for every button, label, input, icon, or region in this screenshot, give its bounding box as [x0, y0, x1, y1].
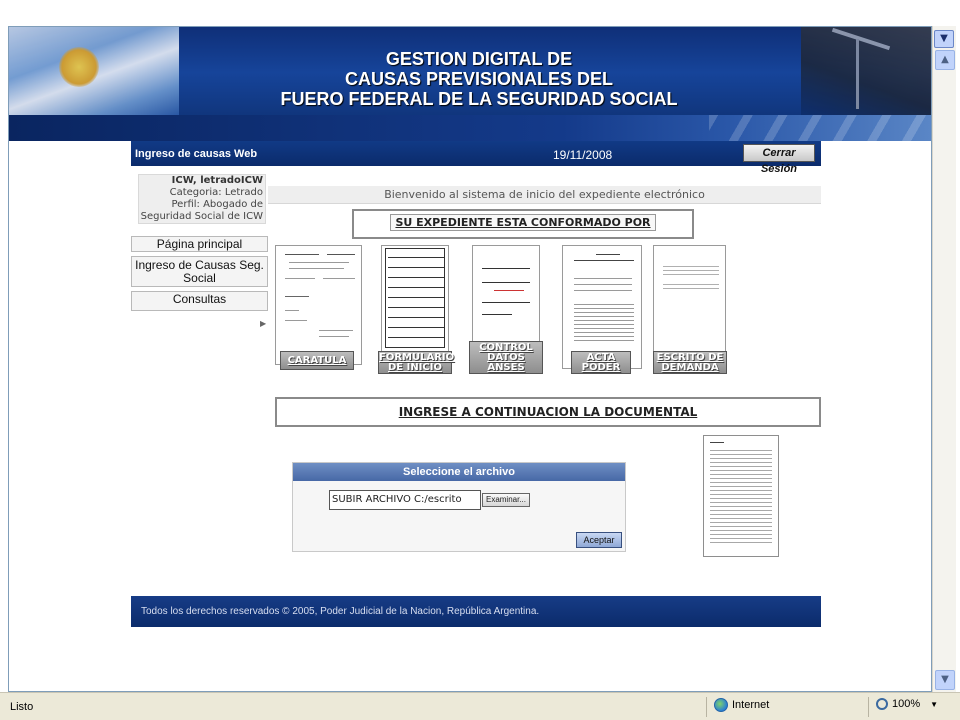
doc-card-acta-poder[interactable]: ACTA PODER: [562, 245, 642, 374]
site-title-line-3: FUERO FEDERAL DE LA SEGURIDAD SOCIAL: [280, 89, 678, 109]
nav-item-consultas[interactable]: Consultas: [131, 291, 268, 311]
site-title-line-1: GESTION DIGITAL DE: [385, 49, 573, 69]
upload-panel: Seleccione el archivo SUBIR ARCHIVO C:/e…: [292, 462, 626, 552]
escrito-demanda-thumbnail: [657, 248, 722, 348]
app-name: Ingreso de causas Web: [135, 148, 258, 160]
doc-label-formulario[interactable]: FORMULARIO DE INICIO: [378, 351, 454, 374]
doc-label-formulario-text-2: DE INICIO: [388, 362, 442, 373]
status-separator-2: [868, 697, 869, 717]
doc-label-control-text-2: DATOS ANSES: [487, 352, 525, 373]
globe-icon: [714, 698, 728, 712]
doc-card-control-anses[interactable]: CONTROL DATOS ANSES: [469, 245, 543, 374]
justice-scales-icon: [801, 27, 931, 115]
doc-label-escrito-text-2: DEMANDA: [661, 362, 719, 373]
magnifier-icon: [876, 698, 888, 710]
doc-label-caratula-text: CARATULA: [287, 355, 347, 366]
main-panel: Bienvenido al sistema de inicio del expe…: [268, 183, 821, 563]
security-zone: Internet: [714, 698, 769, 712]
upload-header: Seleccione el archivo: [293, 463, 625, 481]
triangle-right-icon: ▶: [260, 319, 267, 328]
doc-card-escrito-demanda[interactable]: ESCRITO DE DEMANDA: [653, 245, 727, 374]
address-dropdown-icon[interactable]: ▼: [934, 30, 954, 48]
app-date: 19/11/2008: [553, 148, 613, 162]
chevron-down-icon[interactable]: ▼: [930, 700, 938, 709]
nav-item-home[interactable]: Página principal: [131, 236, 268, 252]
doc-label-acta-text-2: PODER: [581, 362, 621, 373]
scroll-up-icon[interactable]: ▲: [935, 50, 955, 70]
side-nav: Página principal Ingreso de Causas Seg. …: [131, 236, 268, 311]
doc-label-control-anses[interactable]: CONTROL DATOS ANSES: [469, 341, 543, 374]
accept-button[interactable]: Aceptar: [576, 532, 622, 548]
status-text: Listo: [10, 701, 34, 713]
nav-item-ingreso-causas[interactable]: Ingreso de Causas Seg. Social: [131, 256, 268, 287]
argentina-flag-image: [9, 27, 179, 115]
sample-document-thumbnail: [703, 435, 779, 557]
user-profile-cont: Seguridad Social de ICW: [140, 211, 263, 222]
documental-title: INGRESE A CONTINUACION LA DOCUMENTAL: [398, 405, 698, 419]
zone-label: Internet: [732, 699, 770, 711]
doc-card-caratula[interactable]: CARATULA: [275, 245, 362, 370]
caratula-thumbnail: [279, 248, 358, 344]
logout-button[interactable]: Cerrar Sesión: [743, 144, 815, 175]
acta-poder-thumbnail: [566, 248, 638, 348]
browse-button[interactable]: Examinar...: [482, 493, 530, 507]
expediente-title-box: SU EXPEDIENTE ESTA CONFORMADO POR: [352, 209, 694, 239]
site-footer: Todos los derechos reservados © 2005, Po…: [131, 596, 821, 627]
app-topbar: Ingreso de causas Web 19/11/2008 Cerrar …: [131, 141, 821, 175]
user-category: Categoria: Letrado: [169, 187, 263, 198]
doc-label-acta-poder[interactable]: ACTA PODER: [571, 351, 631, 374]
user-info-box: ICW, letradoICW Categoria: Letrado Perfi…: [138, 174, 266, 224]
site-title-line-2: CAUSAS PREVISIONALES DEL: [344, 69, 614, 89]
doc-label-caratula[interactable]: CARATULA: [280, 351, 354, 370]
zoom-control[interactable]: 100% ▼: [876, 698, 938, 710]
file-path-input[interactable]: SUBIR ARCHIVO C:/escrito: [329, 490, 481, 510]
zoom-level: 100%: [892, 698, 921, 710]
control-anses-thumbnail: [476, 248, 536, 348]
doc-label-escrito-demanda[interactable]: ESCRITO DE DEMANDA: [653, 351, 727, 374]
header-band: [9, 115, 931, 141]
documental-title-box: INGRESE A CONTINUACION LA DOCUMENTAL: [275, 397, 821, 427]
vertical-scrollbar[interactable]: ▲ ▼: [932, 26, 956, 692]
scroll-down-icon[interactable]: ▼: [935, 670, 955, 690]
user-name: ICW, letradoICW: [171, 175, 263, 186]
app-container: Ingreso de causas Web 19/11/2008 Cerrar …: [131, 141, 821, 627]
sidebar: [131, 166, 268, 596]
welcome-message: Bienvenido al sistema de inicio del expe…: [268, 186, 821, 204]
browser-window: GESTION DIGITAL DE CAUSAS PREVISIONALES …: [0, 0, 960, 720]
site-title: GESTION DIGITAL DE CAUSAS PREVISIONALES …: [179, 49, 779, 109]
site-header-banner: GESTION DIGITAL DE CAUSAS PREVISIONALES …: [9, 27, 931, 141]
expediente-title: SU EXPEDIENTE ESTA CONFORMADO POR: [390, 214, 656, 231]
nav-item-ingreso-label-2: Social: [183, 271, 216, 285]
status-separator: [706, 697, 707, 717]
user-profile: Perfil: Abogado de: [171, 199, 264, 210]
doc-card-formulario[interactable]: FORMULARIO DE INICIO: [378, 245, 454, 374]
formulario-thumbnail: [385, 248, 445, 348]
status-bar: Listo Internet 100% ▼: [0, 692, 960, 720]
sun-of-may-icon: [59, 47, 99, 87]
